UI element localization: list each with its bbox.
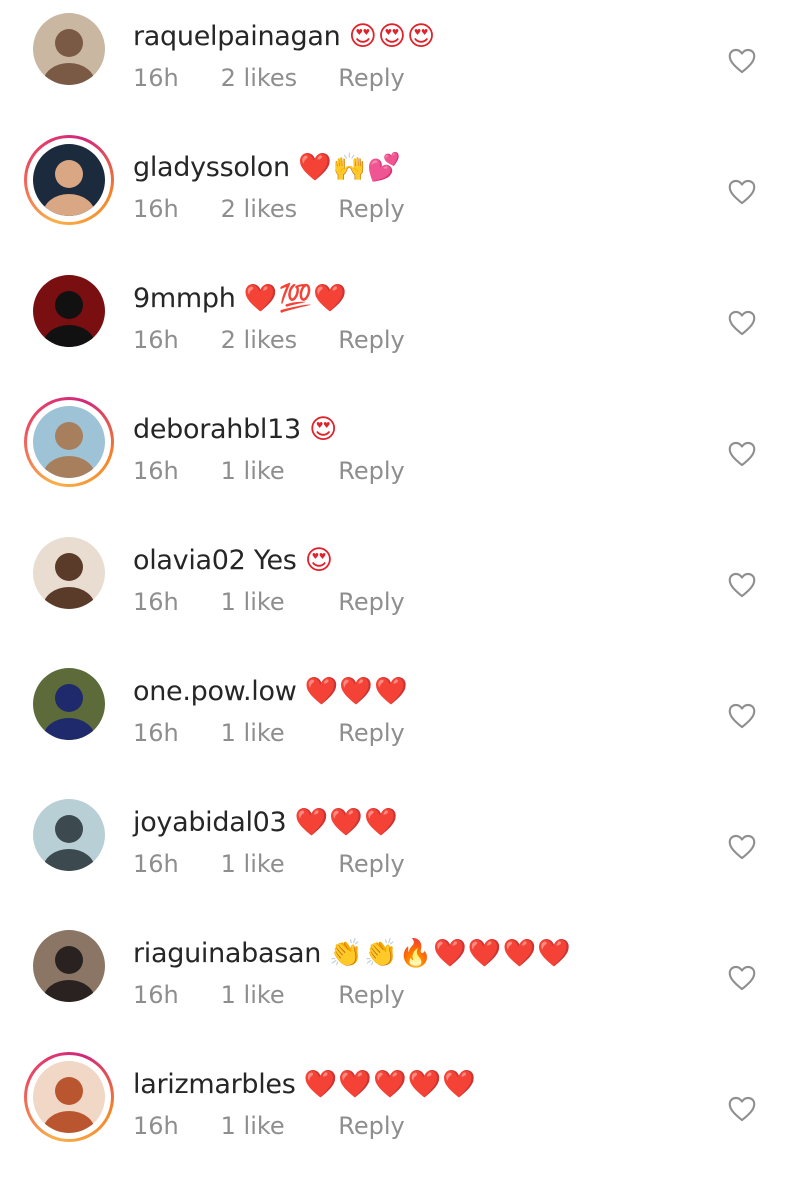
comment-username[interactable]: joyabidal03 bbox=[133, 807, 287, 838]
like-comment-button[interactable] bbox=[728, 1096, 756, 1122]
comment: olavia02 Yes 😍 16h 1 like Reply bbox=[0, 524, 800, 634]
avatar-image bbox=[33, 406, 105, 478]
reply-button[interactable]: Reply bbox=[338, 457, 404, 485]
comment-username[interactable]: deborahbl13 bbox=[133, 414, 301, 445]
comment-emojis: ❤️🙌💕 bbox=[298, 152, 402, 183]
comment-username[interactable]: riaguinabasan bbox=[133, 938, 321, 969]
avatar[interactable] bbox=[24, 1052, 114, 1142]
comment-likes-count[interactable]: 2 likes bbox=[221, 326, 331, 354]
reply-button[interactable]: Reply bbox=[338, 719, 404, 747]
like-comment-button[interactable] bbox=[728, 179, 756, 205]
avatar-image bbox=[33, 799, 105, 871]
comment: gladyssolon ❤️🙌💕 16h 2 likes Reply bbox=[0, 131, 800, 241]
comment-username[interactable]: 9mmph bbox=[133, 283, 236, 314]
comment-likes-count[interactable]: 2 likes bbox=[221, 195, 331, 223]
avatar[interactable] bbox=[24, 135, 114, 225]
comment-username[interactable]: raquelpainagan bbox=[133, 21, 341, 52]
reply-button[interactable]: Reply bbox=[338, 850, 404, 878]
comment-timestamp[interactable]: 16h bbox=[133, 850, 213, 878]
comment: 9mmph ❤️💯❤️ 16h 2 likes Reply bbox=[0, 262, 800, 372]
comment: joyabidal03 ❤️❤️❤️ 16h 1 like Reply bbox=[0, 786, 800, 896]
like-comment-button[interactable] bbox=[728, 703, 756, 729]
avatar-image bbox=[33, 275, 105, 347]
reply-button[interactable]: Reply bbox=[338, 981, 404, 1009]
avatar-image bbox=[33, 537, 105, 609]
reply-button[interactable]: Reply bbox=[338, 1112, 404, 1140]
heart-outline-icon bbox=[728, 1096, 756, 1122]
avatar-image bbox=[33, 13, 105, 85]
comment-emojis: 😍 bbox=[304, 545, 334, 576]
like-comment-button[interactable] bbox=[728, 965, 756, 991]
comment-likes-count[interactable]: 2 likes bbox=[221, 64, 331, 92]
comment-username[interactable]: one.pow.low bbox=[133, 676, 297, 707]
comment-timestamp[interactable]: 16h bbox=[133, 457, 213, 485]
reply-button[interactable]: Reply bbox=[338, 64, 404, 92]
heart-outline-icon bbox=[728, 441, 756, 467]
comment: larizmarbles ❤️❤️❤️❤️❤️ 16h 1 like Reply bbox=[0, 1048, 800, 1158]
heart-outline-icon bbox=[728, 179, 756, 205]
comment-timestamp[interactable]: 16h bbox=[133, 1112, 213, 1140]
avatar[interactable] bbox=[24, 4, 114, 94]
comment-text: Yes bbox=[253, 545, 297, 576]
comment-likes-count[interactable]: 1 like bbox=[221, 850, 331, 878]
comments-list: raquelpainagan 😍😍😍 16h 2 likes Reply gla… bbox=[0, 0, 800, 1181]
comment-likes-count[interactable]: 1 like bbox=[221, 981, 331, 1009]
comment-username[interactable]: larizmarbles bbox=[133, 1069, 296, 1100]
comment-likes-count[interactable]: 1 like bbox=[221, 457, 331, 485]
avatar-image bbox=[33, 668, 105, 740]
comment-emojis: 😍 bbox=[309, 414, 339, 445]
comment-timestamp[interactable]: 16h bbox=[133, 588, 213, 616]
comment: one.pow.low ❤️❤️❤️ 16h 1 like Reply bbox=[0, 655, 800, 765]
heart-outline-icon bbox=[728, 965, 756, 991]
reply-button[interactable]: Reply bbox=[338, 588, 404, 616]
like-comment-button[interactable] bbox=[728, 48, 756, 74]
avatar[interactable] bbox=[24, 659, 114, 749]
comment-username[interactable]: olavia02 bbox=[133, 545, 246, 576]
comment-likes-count[interactable]: 1 like bbox=[221, 719, 331, 747]
comment-username[interactable]: gladyssolon bbox=[133, 152, 290, 183]
reply-button[interactable]: Reply bbox=[338, 195, 404, 223]
like-comment-button[interactable] bbox=[728, 572, 756, 598]
like-comment-button[interactable] bbox=[728, 834, 756, 860]
heart-outline-icon bbox=[728, 834, 756, 860]
avatar[interactable] bbox=[24, 528, 114, 618]
heart-outline-icon bbox=[728, 572, 756, 598]
avatar-image bbox=[33, 1061, 105, 1133]
like-comment-button[interactable] bbox=[728, 310, 756, 336]
avatar-image bbox=[33, 144, 105, 216]
comment-timestamp[interactable]: 16h bbox=[133, 719, 213, 747]
avatar[interactable] bbox=[24, 790, 114, 880]
comment-timestamp[interactable]: 16h bbox=[133, 64, 213, 92]
comment-emojis: 👏👏🔥❤️❤️❤️❤️ bbox=[329, 938, 572, 969]
comment-timestamp[interactable]: 16h bbox=[133, 326, 213, 354]
reply-button[interactable]: Reply bbox=[338, 326, 404, 354]
comment-timestamp[interactable]: 16h bbox=[133, 981, 213, 1009]
like-comment-button[interactable] bbox=[728, 441, 756, 467]
avatar[interactable] bbox=[24, 266, 114, 356]
heart-outline-icon bbox=[728, 703, 756, 729]
avatar[interactable] bbox=[24, 397, 114, 487]
comment-emojis: ❤️❤️❤️ bbox=[304, 676, 409, 707]
comment-emojis: ❤️💯❤️ bbox=[243, 283, 348, 314]
comment-likes-count[interactable]: 1 like bbox=[221, 1112, 331, 1140]
avatar-image bbox=[33, 930, 105, 1002]
comment-emojis: ❤️❤️❤️❤️❤️ bbox=[303, 1069, 477, 1100]
heart-outline-icon bbox=[728, 48, 756, 74]
comment: deborahbl13 😍 16h 1 like Reply bbox=[0, 393, 800, 503]
heart-outline-icon bbox=[728, 310, 756, 336]
comment-emojis: ❤️❤️❤️ bbox=[294, 807, 399, 838]
comment-timestamp[interactable]: 16h bbox=[133, 195, 213, 223]
avatar[interactable] bbox=[24, 921, 114, 1011]
comment: raquelpainagan 😍😍😍 16h 2 likes Reply bbox=[0, 0, 800, 110]
comment-emojis: 😍😍😍 bbox=[348, 21, 437, 52]
comment: riaguinabasan 👏👏🔥❤️❤️❤️❤️ 16h 1 like Rep… bbox=[0, 917, 800, 1027]
comment-likes-count[interactable]: 1 like bbox=[221, 588, 331, 616]
